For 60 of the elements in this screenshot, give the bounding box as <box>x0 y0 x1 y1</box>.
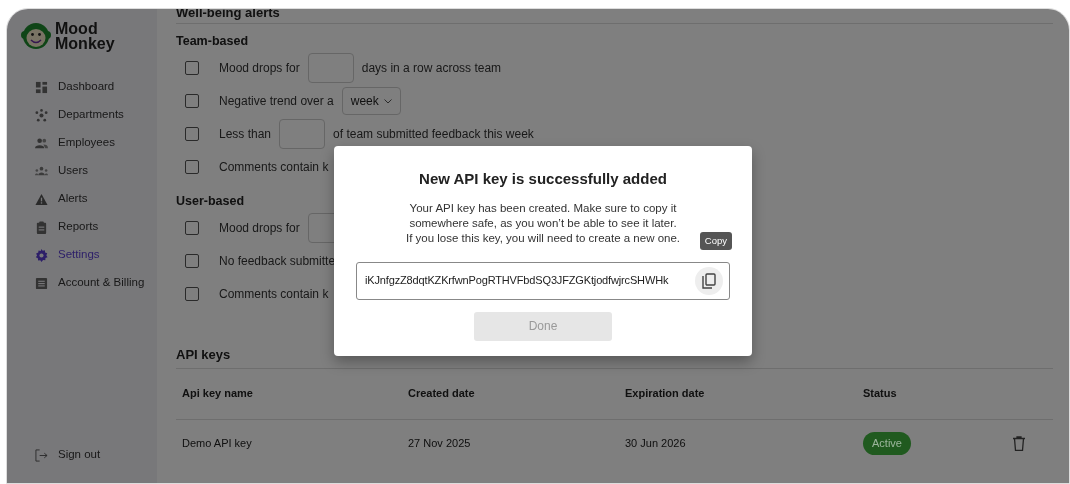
rule-label: Less than <box>219 126 272 144</box>
sidebar-item[interactable]: Employees <box>21 129 157 157</box>
table-cell-text: 27 Nov 2025 <box>408 436 472 452</box>
column-header: Created date <box>408 386 476 402</box>
table-cell-text: 30 Jun 2026 <box>625 436 687 452</box>
rule-label: Mood drops for <box>219 220 300 237</box>
checkbox[interactable] <box>185 287 199 301</box>
sidebar-item[interactable]: Departments <box>21 101 157 129</box>
group-heading: User-based <box>176 192 245 210</box>
column-header: Status <box>863 386 898 402</box>
rule-label: days in a row across team <box>361 60 502 78</box>
monkey-logo-icon <box>21 22 51 50</box>
sign-out-icon <box>35 448 48 462</box>
rule-label: No feedback submitte <box>219 253 336 270</box>
sign-out-link[interactable]: Sign out <box>21 441 157 469</box>
sidebar-item[interactable]: Dashboard <box>21 73 157 101</box>
dialog-message: Your API key has been created. Make sure to copy it <box>409 200 677 216</box>
sidebar-item[interactable]: Settings <box>21 241 157 269</box>
checkbox[interactable] <box>185 254 199 268</box>
checkbox[interactable] <box>185 127 199 142</box>
sidebar-item[interactable]: Alerts <box>21 185 157 213</box>
logo-text: Mood Monkey <box>55 21 115 51</box>
trash-icon[interactable] <box>1013 436 1025 451</box>
checkbox[interactable] <box>185 61 199 76</box>
section-heading: API keys <box>176 346 231 364</box>
dialog-title: New API key is successfully added <box>419 169 667 189</box>
column-header: Expiration date <box>625 386 706 402</box>
chevron-down-icon <box>383 98 392 104</box>
column-header: Api key name <box>182 386 254 402</box>
group-icon <box>35 164 48 178</box>
checkbox[interactable] <box>185 160 199 175</box>
copy-button[interactable] <box>695 266 723 295</box>
status-badge: Active <box>863 432 911 455</box>
rule-label: Mood drops for <box>219 60 300 78</box>
period-dropdown[interactable]: week <box>341 87 401 116</box>
network-icon <box>35 108 48 122</box>
sidebar-item[interactable]: Account & Billing <box>21 269 157 297</box>
clipboard-icon <box>35 220 48 234</box>
dialog-message: If you lose this key, you will need to create a new one. <box>406 230 680 246</box>
grid-icon <box>35 80 48 94</box>
group-heading: Team-based <box>176 33 248 50</box>
checkbox[interactable] <box>185 221 199 235</box>
checkbox[interactable] <box>185 94 199 109</box>
document-icon <box>35 276 48 290</box>
number-field[interactable] <box>307 53 354 84</box>
people-icon <box>35 136 48 150</box>
rule-label: of team submitted feedback this week <box>333 126 534 144</box>
number-field[interactable] <box>279 119 326 150</box>
api-key-field[interactable]: iKJnfgzZ8dqtKZKrfwnPogRTHVFbdSQ3JFZGKtjodfwjrcSHWHk <box>356 261 730 300</box>
rule-label: Negative trend over a <box>219 93 334 111</box>
sidebar-item[interactable]: Reports <box>21 213 157 241</box>
sidebar-item[interactable]: Users <box>21 157 157 185</box>
rule-label: Comments contain k <box>219 286 329 303</box>
copy-icon <box>702 272 716 289</box>
tooltip: Copy <box>699 232 732 251</box>
dialog-message: somewhere safe, as you won’t be able to see it later. <box>409 215 677 231</box>
warning-icon <box>35 192 48 206</box>
table-cell-text: Demo API key <box>182 436 253 452</box>
rule-label: Comments contain k <box>219 159 329 177</box>
settings-icon <box>35 248 48 262</box>
